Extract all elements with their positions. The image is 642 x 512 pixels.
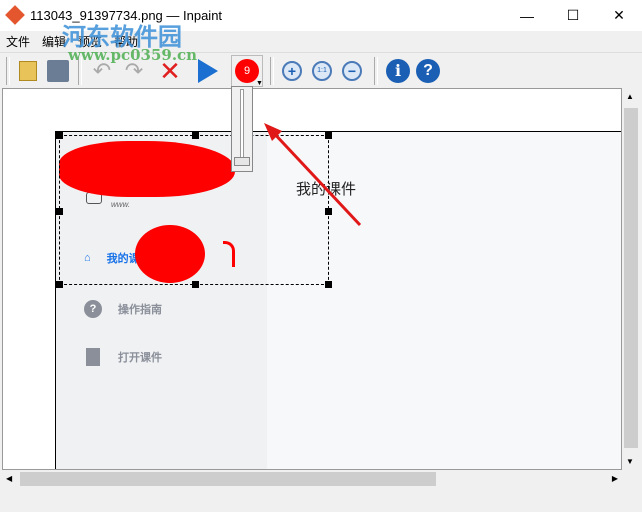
document-icon	[86, 348, 100, 366]
horizontal-scrollbar[interactable]: ◀ ▶	[2, 470, 622, 488]
zoom-out-button[interactable]: −	[338, 57, 366, 85]
folder-icon	[19, 61, 37, 81]
zoom-out-icon: −	[342, 61, 362, 81]
brush-size-slider[interactable]	[231, 86, 253, 172]
scroll-right-icon[interactable]: ▶	[612, 474, 618, 483]
help-icon: ?	[416, 59, 440, 83]
separator	[374, 57, 378, 85]
chevron-down-icon: ▼	[256, 80, 263, 87]
app-icon	[5, 5, 25, 25]
question-icon: ?	[84, 300, 102, 318]
scroll-down-icon[interactable]: ▼	[626, 457, 634, 466]
resize-handle[interactable]	[56, 208, 63, 215]
zoom-in-icon: +	[282, 61, 302, 81]
play-icon	[198, 59, 218, 83]
zoom-reset-button[interactable]: 1:1	[308, 57, 336, 85]
maximize-button[interactable]: ☐	[550, 0, 596, 31]
slider-thumb[interactable]	[234, 157, 250, 166]
open-button[interactable]	[14, 57, 42, 85]
menu-file[interactable]: 文件	[0, 31, 36, 51]
toolbar-grip	[6, 57, 10, 85]
scroll-left-icon[interactable]: ◀	[6, 474, 12, 483]
status-bar	[0, 489, 642, 512]
resize-handle[interactable]	[192, 132, 199, 139]
resize-handle[interactable]	[56, 281, 63, 288]
floppy-icon	[47, 60, 69, 82]
nav-guide: ? 操作指南	[84, 300, 162, 318]
resize-handle[interactable]	[192, 281, 199, 288]
run-button[interactable]	[194, 57, 222, 85]
info-button[interactable]: i	[384, 57, 412, 85]
nav-open-courseware: 打开课件	[84, 348, 162, 366]
scroll-thumb[interactable]	[20, 472, 436, 486]
info-icon: i	[386, 59, 410, 83]
brush-size-dropdown[interactable]: 9 ▼	[231, 55, 263, 87]
arrow-annotation	[264, 123, 362, 227]
separator	[270, 57, 274, 85]
image-canvas[interactable]: www. ⌂我的课件 ?操作指南 打开课件 我的课件	[2, 88, 622, 470]
close-button[interactable]: ✕	[596, 0, 642, 31]
resize-handle[interactable]	[325, 281, 332, 288]
scroll-up-icon[interactable]: ▲	[626, 92, 634, 101]
zoom-in-button[interactable]: +	[278, 57, 306, 85]
scroll-thumb[interactable]	[624, 108, 638, 448]
watermark-url: www.pc0359.cn	[68, 46, 198, 64]
resize-handle[interactable]	[56, 132, 63, 139]
slider-track	[240, 89, 244, 161]
minimize-button[interactable]: —	[504, 0, 550, 31]
vertical-scrollbar[interactable]: ▲ ▼	[622, 88, 640, 470]
zoom-reset-icon: 1:1	[312, 61, 332, 81]
help-button[interactable]: ?	[414, 57, 442, 85]
